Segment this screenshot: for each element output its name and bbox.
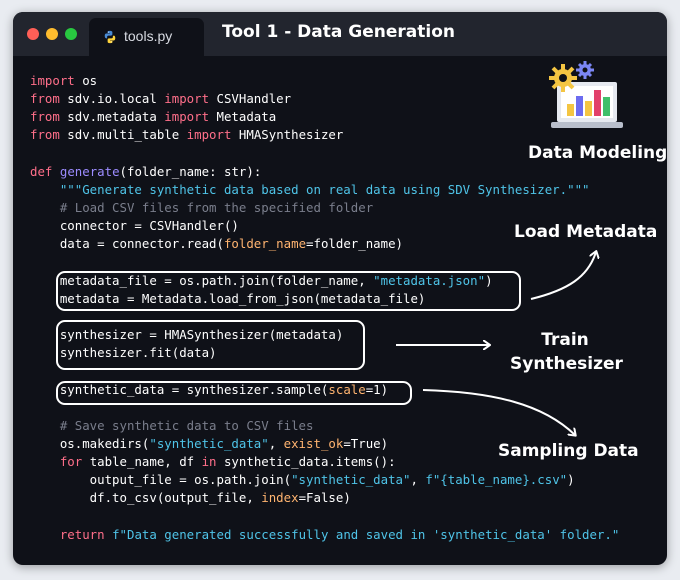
yellow-gear-icon	[549, 64, 577, 92]
train-label-line2: Synthesizer	[510, 354, 623, 374]
editor-window: tools.py Tool 1 - Data Generation import…	[13, 12, 667, 565]
load-metadata-label: Load Metadata	[514, 222, 658, 242]
data-modeling-icon	[549, 61, 623, 128]
arrow-to-load-metadata	[530, 252, 596, 300]
sampling-data-label: Sampling Data	[498, 441, 639, 461]
data-modeling-label: Data Modeling	[528, 143, 667, 163]
train-label-line1: Train	[541, 330, 589, 350]
blue-gear-icon	[576, 61, 594, 79]
train-synthesizer-label: Train Synthesizer	[510, 330, 623, 374]
arrow-to-sampling-data	[422, 389, 575, 435]
